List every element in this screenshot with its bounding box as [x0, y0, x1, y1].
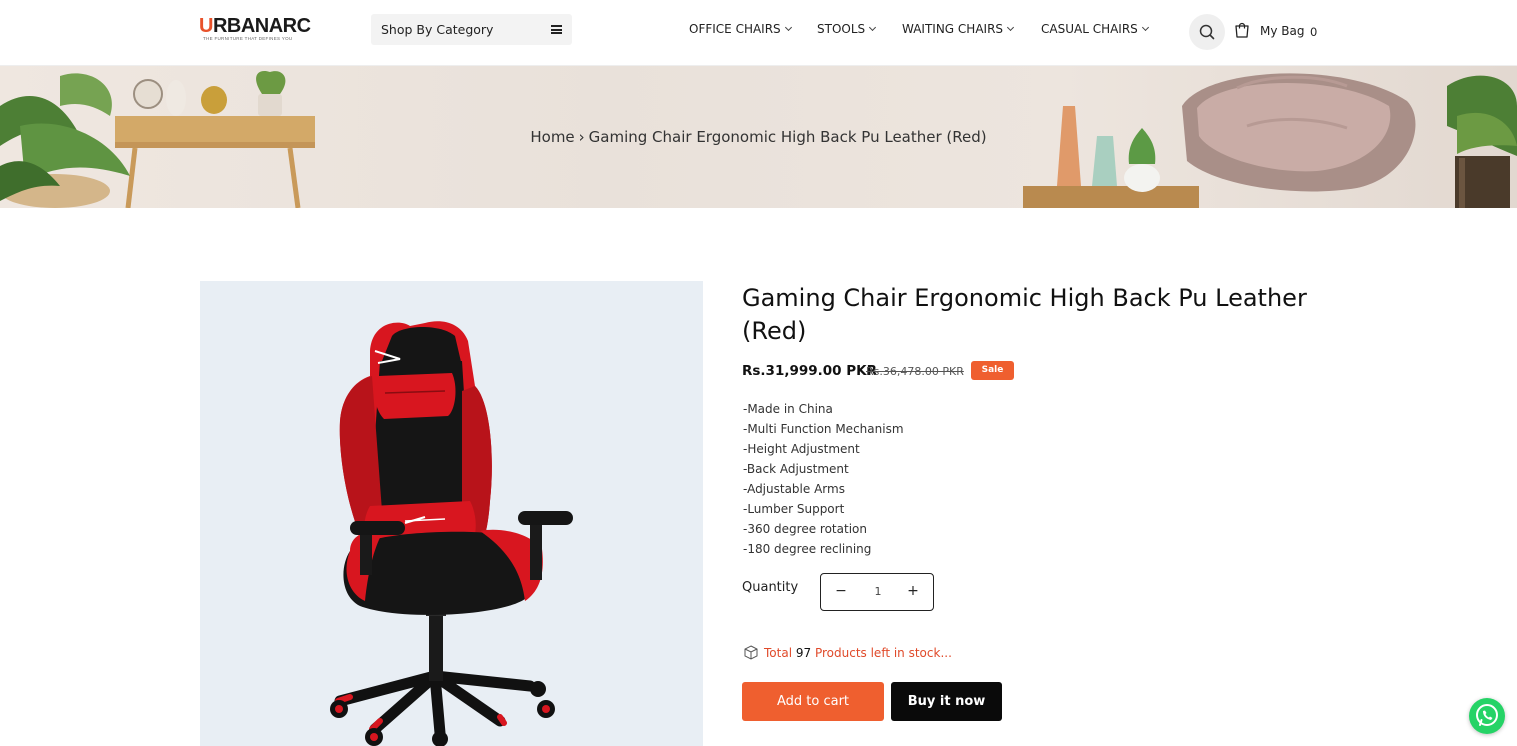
nav-stools[interactable]: STOOLS [817, 22, 877, 36]
breadcrumb-separator: › [578, 128, 585, 146]
shop-by-category-select[interactable]: Shop By Category [371, 14, 572, 45]
feature-item: -Height Adjustment [743, 442, 860, 456]
site-logo[interactable]: URBANARC THE FURNITURE THAT DEFINES YOU [199, 15, 319, 43]
feature-item: -Multi Function Mechanism [743, 422, 904, 436]
whatsapp-chat-button[interactable] [1469, 698, 1505, 734]
quantity-increase-button[interactable]: + [905, 583, 921, 599]
feature-item: -Made in China [743, 402, 833, 416]
page-banner: Home › Gaming Chair Ergonomic High Back Pu… [0, 66, 1517, 208]
quantity-stepper: − 1 + [820, 573, 934, 611]
site-header: URBANARC THE FURNITURE THAT DEFINES YOU … [0, 0, 1517, 66]
quantity-input[interactable]: 1 [863, 585, 893, 598]
quantity-decrease-button[interactable]: − [833, 583, 849, 599]
nav-casual-chairs[interactable]: CASUAL CHAIRS [1041, 22, 1149, 36]
quantity-label: Quantity [742, 580, 799, 595]
compare-price: Rs.36,478.00 PKR [866, 365, 964, 378]
bag-count: 0 [1310, 25, 1318, 39]
feature-item: -360 degree rotation [743, 522, 867, 536]
feature-item: -Adjustable Arms [743, 482, 845, 496]
feature-item: -180 degree reclining [743, 542, 872, 556]
whatsapp-icon [1476, 704, 1498, 726]
product-image[interactable] [200, 281, 703, 746]
search-icon [1199, 24, 1215, 40]
sale-badge: Sale [971, 361, 1014, 380]
my-bag-link[interactable]: My Bag [1260, 24, 1304, 38]
feature-item: -Lumber Support [743, 502, 845, 516]
logo-tagline: THE FURNITURE THAT DEFINES YOU [203, 36, 293, 41]
feature-item: -Back Adjustment [743, 462, 849, 476]
shopping-bag-icon[interactable] [1234, 22, 1250, 39]
sale-price: Rs.31,999.00 PKR [742, 363, 878, 379]
chevron-down-icon [784, 23, 792, 32]
category-select-label: Shop By Category [381, 22, 494, 37]
box-icon [744, 645, 758, 660]
nav-office-chairs[interactable]: OFFICE CHAIRS [689, 22, 792, 36]
nav-waiting-chairs[interactable]: WAITING CHAIRS [902, 22, 1015, 36]
stock-count: 97 [795, 646, 812, 660]
buy-it-now-button[interactable]: Buy it now [891, 682, 1002, 721]
product-title: Gaming Chair Ergonomic High Back Pu Leat… [742, 284, 1307, 345]
gaming-chair-image [330, 321, 573, 746]
add-to-cart-button[interactable]: Add to cart [742, 682, 884, 721]
chevron-down-icon [1006, 23, 1015, 32]
breadcrumb-home-link[interactable]: Home [530, 128, 574, 146]
menu-icon [551, 25, 562, 34]
stock-notice: Total 97 Products left in stock... [764, 646, 952, 660]
chevron-down-icon [869, 23, 877, 32]
chevron-down-icon [1141, 23, 1149, 32]
logo-wordmark: URBANARC [199, 15, 311, 37]
breadcrumb-current: Gaming Chair Ergonomic High Back Pu Leat… [588, 128, 987, 146]
feature-list: -Made in China -Multi Function Mechanism… [743, 399, 904, 559]
search-button[interactable] [1189, 14, 1225, 50]
breadcrumb: Home › Gaming Chair Ergonomic High Back Pu… [0, 128, 1517, 146]
